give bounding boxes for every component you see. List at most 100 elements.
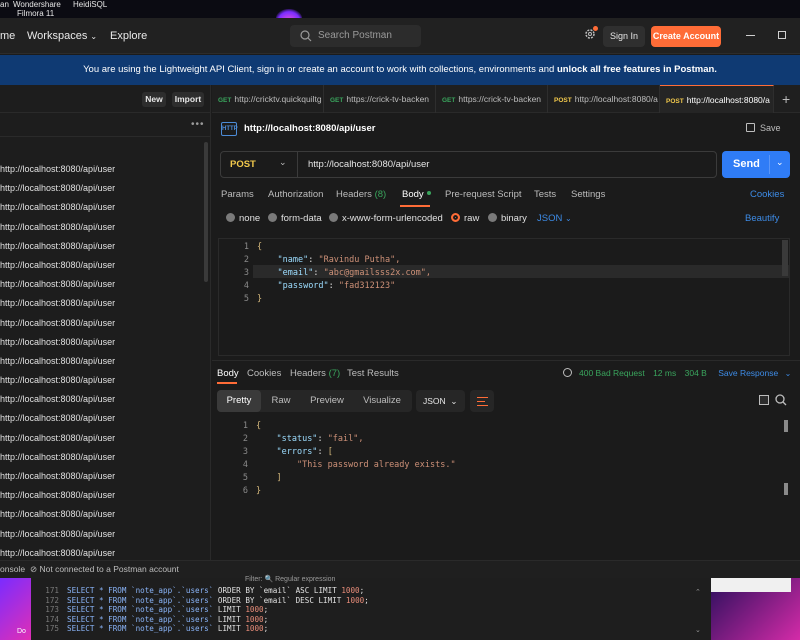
tab-params[interactable]: Params bbox=[221, 189, 254, 200]
response-size[interactable]: 304 B bbox=[685, 368, 707, 378]
sql-log[interactable]: 171 SELECT * FROM `note_app`.`users` ORDE… bbox=[31, 586, 711, 634]
wrap-lines-icon[interactable] bbox=[470, 390, 494, 412]
body-type-binary[interactable]: binary bbox=[488, 213, 527, 224]
save-button[interactable]: Save bbox=[746, 123, 781, 133]
nav-workspaces[interactable]: Workspaces ⌄ bbox=[27, 30, 97, 42]
sql-row[interactable]: 175 SELECT * FROM `note_app`.`users` LIMI… bbox=[31, 624, 711, 634]
view-raw[interactable]: Raw bbox=[263, 390, 299, 412]
request-tab[interactable]: GET http://cricktv.quickquiltg bbox=[212, 85, 324, 113]
history-item[interactable]: http://localhost:8080/api/user bbox=[0, 275, 205, 294]
console-button[interactable]: onsole bbox=[0, 561, 25, 578]
sql-row[interactable]: 173 SELECT * FROM `note_app`.`users` LIMI… bbox=[31, 605, 711, 615]
history-item[interactable]: http://localhost:8080/api/user bbox=[0, 448, 205, 467]
search-icon[interactable] bbox=[775, 394, 787, 406]
body-type-none[interactable]: none bbox=[226, 213, 260, 224]
tab-settings[interactable]: Settings bbox=[571, 189, 605, 200]
desktop-app-heidisql[interactable]: HeidiSQL bbox=[73, 0, 107, 9]
history-item[interactable]: http://localhost:8080/api/user bbox=[0, 198, 205, 217]
resp-tab-body[interactable]: Body bbox=[217, 368, 239, 379]
tab-body[interactable]: Body bbox=[402, 189, 431, 200]
response-scroll-marker[interactable] bbox=[784, 420, 788, 432]
globe-icon[interactable] bbox=[563, 368, 572, 377]
connection-status[interactable]: ⊘ Not connected to a Postman account bbox=[30, 561, 179, 578]
request-tab[interactable]: GET https://crick-tv-backen bbox=[436, 85, 548, 113]
search-input[interactable]: Search Postman bbox=[290, 25, 421, 47]
history-item[interactable]: http://localhost:8080/api/user bbox=[0, 371, 205, 390]
window-maximize-icon[interactable] bbox=[778, 31, 786, 39]
response-format-select[interactable]: JSON ⌄ bbox=[416, 390, 465, 412]
request-tab[interactable]: GET https://crick-tv-backen bbox=[324, 85, 436, 113]
nav-home[interactable]: me bbox=[0, 30, 15, 42]
body-format-select[interactable]: JSON ⌄ bbox=[537, 213, 572, 224]
response-scroll-marker[interactable] bbox=[784, 483, 788, 495]
sql-row[interactable]: 174 SELECT * FROM `note_app`.`users` LIMI… bbox=[31, 615, 711, 625]
desktop-app-filmora[interactable]: Filmora 11 bbox=[17, 9, 54, 18]
resp-tab-headers[interactable]: Headers (7) bbox=[290, 368, 340, 379]
history-item[interactable]: http://localhost:8080/api/user bbox=[0, 333, 205, 352]
tab-prerequest-script[interactable]: Pre-request Script bbox=[445, 189, 522, 200]
sql-row[interactable]: 172 SELECT * FROM `note_app`.`users` ORDE… bbox=[31, 596, 711, 606]
view-pretty[interactable]: Pretty bbox=[217, 390, 261, 412]
resp-tab-cookies[interactable]: Cookies bbox=[247, 368, 281, 379]
response-divider[interactable] bbox=[212, 360, 800, 361]
import-button[interactable]: Import bbox=[172, 92, 204, 107]
chevron-down-icon[interactable]: ⌄ bbox=[695, 626, 701, 634]
url-input[interactable]: http://localhost:8080/api/user bbox=[308, 159, 429, 170]
sign-in-button[interactable]: Sign In bbox=[603, 26, 645, 47]
history-item[interactable]: http://localhost:8080/api/user bbox=[0, 218, 205, 237]
sql-row[interactable]: 171 SELECT * FROM `note_app`.`users` ORDE… bbox=[31, 586, 711, 596]
new-tab-plus-icon[interactable]: + bbox=[782, 91, 790, 107]
history-item[interactable]: http://localhost:8080/api/user bbox=[0, 256, 205, 275]
chevron-up-icon[interactable]: ⌃ bbox=[695, 588, 701, 596]
editor-scrollbar[interactable] bbox=[782, 240, 788, 276]
beautify-button[interactable]: Beautify bbox=[745, 213, 779, 224]
history-item[interactable]: http://localhost:8080/api/user bbox=[0, 525, 205, 544]
desktop-app-wondershare[interactable]: Wondershare bbox=[13, 0, 61, 9]
request-title-text[interactable]: http://localhost:8080/api/user bbox=[244, 123, 375, 134]
tab-label: http://localhost:8080/a bbox=[574, 94, 658, 104]
history-item[interactable]: http://localhost:8080/api/user bbox=[0, 237, 205, 256]
resp-tab-test-results[interactable]: Test Results bbox=[347, 368, 399, 379]
cookies-link[interactable]: Cookies bbox=[750, 189, 784, 200]
history-item[interactable]: http://localhost:8080/api/user bbox=[0, 314, 205, 333]
history-item[interactable]: http://localhost:8080/api/user bbox=[0, 429, 205, 448]
response-body[interactable]: 1 { 2 "status": "fail", 3 "errors": [ 4 … bbox=[218, 418, 792, 558]
history-item[interactable]: http://localhost:8080/api/user bbox=[0, 486, 205, 505]
chevron-down-icon[interactable]: ⌄ bbox=[776, 157, 784, 168]
history-item[interactable]: http://localhost:8080/api/user bbox=[0, 160, 205, 179]
tab-tests[interactable]: Tests bbox=[534, 189, 556, 200]
history-item[interactable]: http://localhost:8080/api/user bbox=[0, 179, 205, 198]
create-account-button[interactable]: Create Account bbox=[651, 26, 721, 47]
history-item[interactable]: http://localhost:8080/api/user bbox=[0, 390, 205, 409]
more-options-icon[interactable]: ••• bbox=[191, 119, 205, 130]
chevron-down-icon[interactable]: ⌄ bbox=[785, 369, 792, 378]
history-item[interactable]: http://localhost:8080/api/user bbox=[0, 294, 205, 313]
banner-highlight[interactable]: unlock all free features in Postman. bbox=[557, 64, 717, 75]
response-time[interactable]: 12 ms bbox=[653, 368, 676, 378]
tab-headers[interactable]: Headers (8) bbox=[336, 189, 386, 200]
view-visualize[interactable]: Visualize bbox=[355, 390, 409, 412]
settings-gear-icon[interactable] bbox=[584, 26, 598, 43]
send-button[interactable]: Send ⌄ bbox=[722, 151, 790, 178]
save-response-button[interactable]: Save Response bbox=[718, 368, 778, 378]
request-tab-active[interactable]: POST http://localhost:8080/a bbox=[660, 85, 774, 113]
method-select[interactable]: POST ⌄ bbox=[221, 152, 298, 177]
tab-authorization[interactable]: Authorization bbox=[268, 189, 323, 200]
code-line: "name": "Ravindu Putha", bbox=[277, 255, 401, 265]
history-item[interactable]: http://localhost:8080/api/user bbox=[0, 409, 205, 428]
heidi-filter-label[interactable]: Filter: 🔍 Regular expression bbox=[245, 575, 335, 583]
status-code[interactable]: 400 Bad Request bbox=[579, 368, 645, 378]
request-tab[interactable]: POST http://localhost:8080/a bbox=[548, 85, 660, 113]
copy-icon[interactable] bbox=[759, 395, 769, 405]
new-button[interactable]: New bbox=[142, 92, 166, 107]
window-minimize-icon[interactable] bbox=[746, 35, 755, 36]
view-preview[interactable]: Preview bbox=[303, 390, 351, 412]
nav-explore[interactable]: Explore bbox=[110, 30, 147, 42]
request-body-editor[interactable]: 1 { 2 "name": "Ravindu Putha", 3 "email"… bbox=[218, 238, 790, 356]
history-item[interactable]: http://localhost:8080/api/user bbox=[0, 505, 205, 524]
body-type-form-data[interactable]: form-data bbox=[268, 213, 322, 224]
body-type-urlencoded[interactable]: x-www-form-urlencoded bbox=[329, 213, 443, 224]
body-type-raw[interactable]: raw bbox=[451, 213, 479, 224]
history-item[interactable]: http://localhost:8080/api/user bbox=[0, 352, 205, 371]
history-item[interactable]: http://localhost:8080/api/user bbox=[0, 467, 205, 486]
